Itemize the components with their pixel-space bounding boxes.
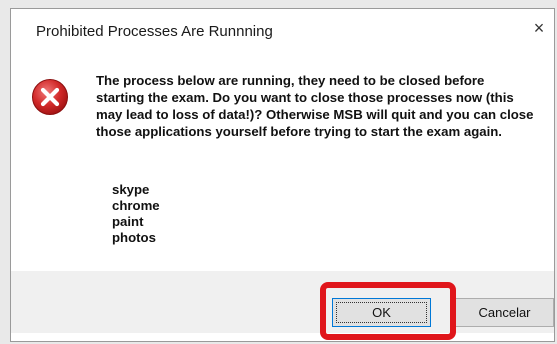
process-item: photos [112,230,156,245]
focus-ring [336,302,427,323]
process-item: paint [112,214,144,229]
cancel-button-label: Cancelar [478,305,531,320]
cancel-button[interactable]: Cancelar [455,298,554,327]
process-item: chrome [112,198,160,213]
ok-button[interactable]: OK [332,298,431,327]
process-item: skype [112,182,150,197]
process-list: skype chrome paint photos [112,182,160,246]
error-icon [32,79,68,115]
dialog-titlebar: Prohibited Processes Are Runnning × [11,9,554,54]
dialog-message: The process below are running, they need… [96,73,534,139]
close-icon[interactable]: × [528,17,550,39]
dialog-title: Prohibited Processes Are Runnning [36,23,273,40]
